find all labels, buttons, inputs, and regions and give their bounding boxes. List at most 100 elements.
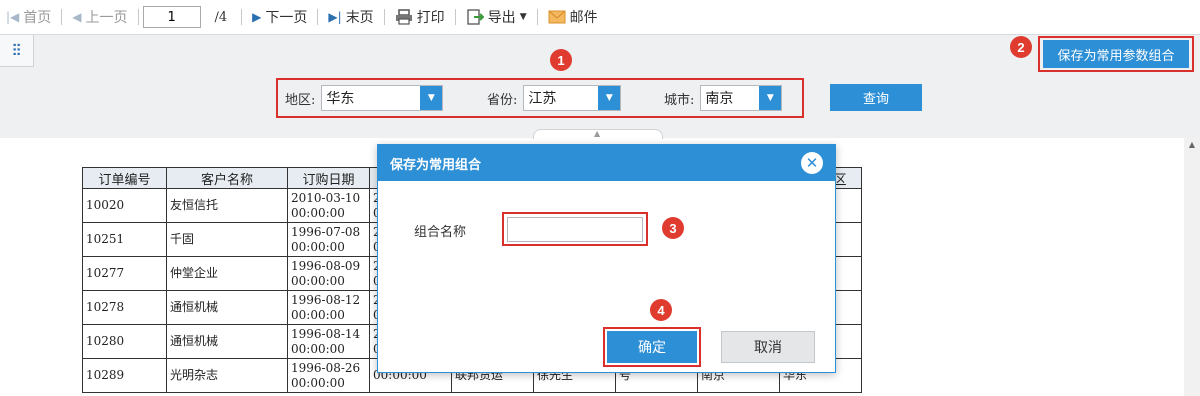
order-date-cell: 1996-07-08 00:00:00: [287, 222, 370, 257]
date-text: 1996-08-26: [291, 360, 361, 375]
first-page-button[interactable]: |◀ 首页: [0, 5, 57, 29]
step-badge-3: 3: [662, 217, 684, 239]
export-menu-button[interactable]: 导出 ▼: [460, 5, 533, 29]
order-id-cell: 10280: [82, 324, 167, 359]
date-text: 2010-03-10: [291, 190, 361, 205]
toolbar-divider: [454, 9, 456, 25]
region-label: 地区:: [285, 92, 316, 108]
city-value: 南京: [705, 91, 734, 107]
last-page-label: 末页: [345, 10, 374, 26]
last-page-button[interactable]: ▶| 末页: [322, 5, 379, 29]
customer-cell: 通恒机械: [166, 324, 288, 359]
sliders-icon: ⫶⫶: [12, 40, 21, 60]
order-date-cell: 1996-08-12 00:00:00: [287, 290, 370, 325]
time-text: 00:00:00: [291, 341, 345, 356]
column-header: 订单编号: [82, 167, 167, 189]
order-date-cell: 2010-03-10 00:00:00: [287, 188, 370, 223]
time-text: 00:00:00: [291, 375, 345, 390]
column-header: 订购日期: [287, 167, 370, 189]
parameter-panel: ⫶⫶ 保存为常用参数组合 2 1 地区: 华东 ▼ 省份: 江苏 ▼ 城市: 南…: [0, 34, 1200, 139]
time-text: 00:00:00: [291, 307, 345, 322]
chevron-down-icon: ▼: [420, 86, 443, 110]
customer-cell: 友恒信托: [166, 188, 288, 223]
print-button[interactable]: 打印: [389, 5, 451, 29]
customer-cell: 千固: [166, 222, 288, 257]
region-param: 地区: 华东 ▼: [285, 85, 444, 111]
scroll-up-icon[interactable]: ▲: [1184, 140, 1200, 154]
mail-label: 邮件: [569, 10, 598, 26]
city-label: 城市:: [664, 92, 695, 108]
order-id-cell: 10289: [82, 358, 167, 393]
customer-cell: 光明杂志: [166, 358, 288, 393]
customer-cell: 通恒机械: [166, 290, 288, 325]
combo-name-label: 组合名称: [414, 225, 467, 240]
order-date-cell: 1996-08-26 00:00:00: [287, 358, 370, 393]
order-id-cell: 10277: [82, 256, 167, 291]
save-combo-dialog: 保存为常用组合 ✕ 组合名称 3 4 确定 取消: [377, 144, 836, 373]
toolbar-divider: [137, 9, 139, 25]
order-date-cell: 1996-08-09 00:00:00: [287, 256, 370, 291]
next-page-icon: ▶: [252, 10, 262, 24]
prev-page-label: 上一页: [85, 10, 128, 26]
province-select[interactable]: 江苏 ▼: [523, 85, 622, 111]
date-text: 1996-07-08: [291, 224, 361, 239]
toolbar-divider: [241, 9, 243, 25]
last-page-icon: ▶|: [328, 10, 342, 24]
prev-page-button[interactable]: ◀ 上一页: [66, 5, 133, 29]
vertical-scrollbar[interactable]: ▲: [1184, 138, 1200, 396]
order-id-cell: 10251: [82, 222, 167, 257]
column-header: 客户名称: [166, 167, 288, 189]
time-text: 00:00:00: [291, 205, 345, 220]
chevron-up-icon: ▲: [594, 129, 601, 138]
step-badge-1: 1: [550, 49, 572, 71]
customer-cell: 仲堂企业: [166, 256, 288, 291]
province-value: 江苏: [528, 91, 557, 107]
province-label: 省份:: [487, 92, 518, 108]
toolbar-divider: [383, 9, 385, 25]
chevron-down-icon: ▼: [519, 12, 527, 22]
city-select[interactable]: 南京 ▼: [700, 85, 783, 111]
next-page-button[interactable]: ▶ 下一页: [246, 5, 313, 29]
collapse-panel-handle[interactable]: ▲: [533, 129, 663, 139]
time-text: 00:00:00: [291, 273, 345, 288]
next-page-label: 下一页: [265, 10, 308, 26]
toolbar-divider: [61, 9, 63, 25]
page-number-input[interactable]: [142, 6, 201, 28]
time-text: 00:00:00: [291, 239, 345, 254]
date-text: 1996-08-12: [291, 292, 361, 307]
province-param: 省份: 江苏 ▼: [487, 85, 622, 111]
toolbar-divider: [536, 9, 538, 25]
confirm-button[interactable]: 确定: [607, 331, 697, 363]
step-badge-2: 2: [1010, 36, 1032, 58]
city-param: 城市: 南京 ▼: [664, 85, 783, 111]
first-page-icon: |◀: [6, 10, 20, 24]
print-label: 打印: [416, 10, 445, 26]
order-date-cell: 1996-08-14 00:00:00: [287, 324, 370, 359]
mail-icon: [548, 10, 566, 24]
first-page-label: 首页: [23, 10, 52, 26]
printer-icon: [395, 9, 412, 25]
save-common-params-button[interactable]: 保存为常用参数组合: [1043, 40, 1189, 68]
region-select[interactable]: 华东 ▼: [321, 85, 444, 111]
query-button[interactable]: 查询: [830, 84, 922, 111]
chevron-down-icon: ▼: [598, 86, 621, 110]
date-text: 1996-08-14: [291, 326, 361, 341]
date-text: 1996-08-09: [291, 258, 361, 273]
close-icon[interactable]: ✕: [801, 152, 823, 174]
export-icon: [467, 9, 484, 25]
step-badge-4: 4: [650, 299, 672, 321]
mail-button[interactable]: 邮件: [542, 5, 604, 29]
order-id-cell: 10020: [82, 188, 167, 223]
combo-name-input[interactable]: [507, 217, 643, 242]
region-value: 华东: [326, 91, 355, 107]
order-id-cell: 10278: [82, 290, 167, 325]
toolbar-divider: [317, 9, 319, 25]
total-pages: /4: [214, 9, 228, 25]
chevron-down-icon: ▼: [759, 86, 782, 110]
cancel-button[interactable]: 取消: [721, 331, 815, 363]
dialog-title: 保存为常用组合: [378, 145, 835, 181]
parameter-settings-button[interactable]: ⫶⫶: [0, 35, 34, 67]
report-toolbar: |◀ 首页 ◀ 上一页 /4 ▶ 下一页 ▶| 末页 打印 导出 ▼ 邮件: [0, 0, 1200, 34]
export-label: 导出: [487, 10, 516, 26]
prev-page-icon: ◀: [72, 10, 82, 24]
